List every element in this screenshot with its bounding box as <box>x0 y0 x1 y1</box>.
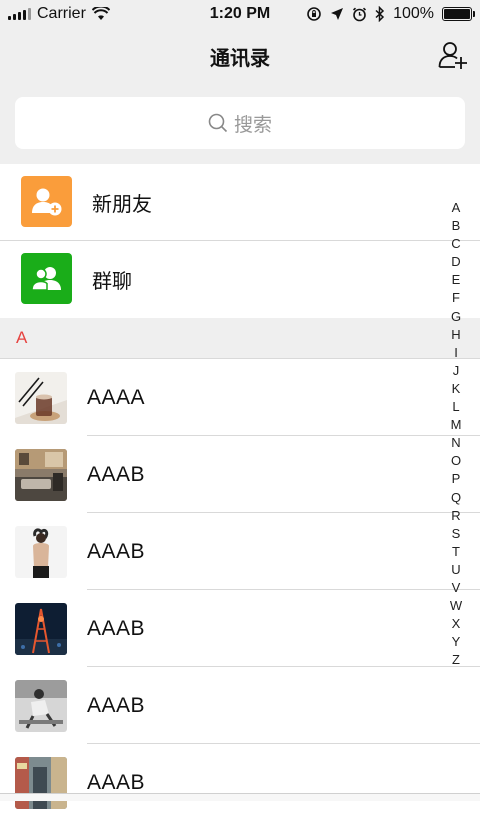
new-friends-label: 新朋友 <box>92 194 152 216</box>
add-friend-icon <box>21 176 72 227</box>
index-letter-u[interactable]: U <box>451 561 460 579</box>
index-letter-n[interactable]: N <box>451 434 460 452</box>
search-bar-container: 搜索 <box>0 84 480 164</box>
index-letter-z[interactable]: Z <box>452 651 460 669</box>
search-placeholder: 搜索 <box>233 114 272 136</box>
group-chat-icon <box>21 253 72 304</box>
status-bar-right: 100% <box>306 0 475 28</box>
contact-name: AAAB <box>87 616 146 640</box>
index-letter-f[interactable]: F <box>452 289 460 307</box>
contact-row[interactable]: AAAB <box>0 744 480 821</box>
contact-name: AAAB <box>87 770 146 794</box>
page-title: 通讯录 <box>210 47 270 70</box>
index-letter-y[interactable]: Y <box>452 633 461 651</box>
index-letter-x[interactable]: X <box>452 615 461 633</box>
contact-row[interactable]: AAAB <box>0 590 480 667</box>
contact-row[interactable]: AAAB <box>0 667 480 744</box>
contact-name: AAAB <box>87 462 146 486</box>
avatar <box>15 603 67 655</box>
index-letter-q[interactable]: Q <box>451 489 461 507</box>
contact-row[interactable]: AAAB <box>0 513 480 590</box>
new-friends-item[interactable]: 新朋友 <box>0 164 480 241</box>
search-icon <box>208 113 228 133</box>
index-letter-w[interactable]: W <box>450 597 462 615</box>
index-letter-a[interactable]: A <box>452 199 461 217</box>
contact-name: AAAA <box>87 385 146 409</box>
index-letter-c[interactable]: C <box>451 235 460 253</box>
status-bar-left: Carrier <box>8 0 110 28</box>
index-letter-l[interactable]: L <box>452 398 459 416</box>
battery-percent: 100% <box>393 5 434 22</box>
index-letter-i[interactable]: I <box>454 344 458 362</box>
index-letter-b[interactable]: B <box>452 217 461 235</box>
index-letter-j[interactable]: J <box>453 362 460 380</box>
index-letter-k[interactable]: K <box>452 380 461 398</box>
avatar <box>15 680 67 732</box>
battery-icon <box>442 7 475 21</box>
index-letter-s[interactable]: S <box>452 525 461 543</box>
alarm-icon <box>353 7 367 21</box>
index-letter-p[interactable]: P <box>452 470 461 488</box>
avatar <box>15 372 67 424</box>
search-input[interactable]: 搜索 <box>15 97 465 149</box>
group-chat-label: 群聊 <box>92 271 132 293</box>
alphabet-index-bar[interactable]: A B C D E F G H I J K L M N O P Q R S T … <box>448 199 464 669</box>
location-icon <box>331 8 344 20</box>
index-letter-d[interactable]: D <box>451 253 460 271</box>
carrier-label: Carrier <box>37 5 86 22</box>
bluetooth-icon <box>375 6 385 22</box>
index-letter-r[interactable]: R <box>451 507 460 525</box>
navbar: 通讯录 <box>0 28 480 84</box>
index-letter-t[interactable]: T <box>452 543 460 561</box>
group-chat-item[interactable]: 群聊 <box>0 241 480 318</box>
signal-icon <box>8 8 31 20</box>
status-bar: Carrier 1:20 PM 100% <box>0 0 480 28</box>
section-header-a: A <box>0 318 480 358</box>
wifi-icon <box>91 7 110 20</box>
contact-name: AAAB <box>87 693 146 717</box>
index-letter-g[interactable]: G <box>451 308 461 326</box>
index-letter-e[interactable]: E <box>452 271 461 289</box>
index-letter-m[interactable]: M <box>451 416 462 434</box>
contact-name: AAAB <box>87 539 146 563</box>
avatar <box>15 449 67 501</box>
avatar <box>15 526 67 578</box>
section-letter: A <box>16 328 28 347</box>
index-letter-v[interactable]: V <box>452 579 461 597</box>
orientation-lock-icon <box>307 7 321 21</box>
index-letter-h[interactable]: H <box>451 326 460 344</box>
avatar <box>15 757 67 809</box>
contact-row[interactable]: AAAB <box>0 436 480 513</box>
add-contact-button[interactable] <box>438 40 468 70</box>
contact-row[interactable]: AAAA <box>0 359 480 436</box>
index-letter-o[interactable]: O <box>451 452 461 470</box>
